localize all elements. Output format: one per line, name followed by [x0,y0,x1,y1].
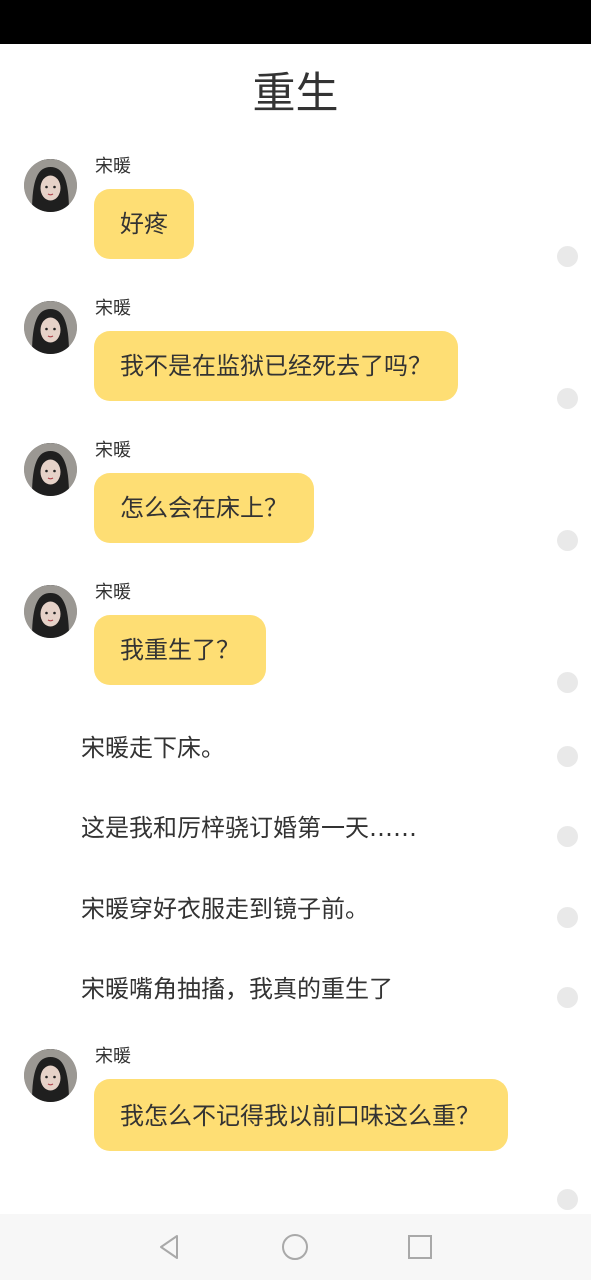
comment-dot[interactable] [557,746,578,767]
chat-bubble: 怎么会在床上？ [94,473,314,543]
avatar[interactable] [24,301,77,354]
status-bar [0,0,591,44]
comment-dot[interactable] [557,672,578,693]
triangle-back-icon[interactable] [155,1232,185,1262]
comment-dot[interactable] [557,388,578,409]
chat-bubble: 我不是在监狱已经死去了吗？ [94,331,458,401]
avatar[interactable] [24,443,77,496]
comment-dot[interactable] [557,246,578,267]
circle-home-icon[interactable] [280,1232,310,1262]
page-title: 重生 [252,69,339,119]
speaker-name: 宋暖 [95,582,131,603]
square-recents-icon[interactable] [405,1232,435,1262]
speaker-name: 宋暖 [95,298,131,319]
chat-bubble: 我重生了？ [94,615,266,685]
chat-bubble: 好疼 [94,189,194,259]
speaker-name: 宋暖 [95,156,131,177]
narration-line: 这是我和厉梓骁订婚第一天…… [81,814,417,842]
narration-line: 宋暖穿好衣服走到镜子前。 [81,895,369,923]
avatar[interactable] [24,1049,77,1102]
comment-dot[interactable] [557,826,578,847]
comment-dot[interactable] [557,907,578,928]
comment-dot[interactable] [557,1189,578,1210]
chat-bubble: 我怎么不记得我以前口味这么重？ [94,1079,508,1151]
navigation-bar [0,1214,591,1280]
comment-dot[interactable] [557,530,578,551]
speaker-name: 宋暖 [95,1046,131,1067]
narration-line: 宋暖嘴角抽搐，我真的重生了 [81,975,393,1003]
avatar[interactable] [24,159,77,212]
comment-dot[interactable] [557,987,578,1008]
narration-line: 宋暖走下床。 [81,734,225,762]
avatar[interactable] [24,585,77,638]
speaker-name: 宋暖 [95,440,131,461]
